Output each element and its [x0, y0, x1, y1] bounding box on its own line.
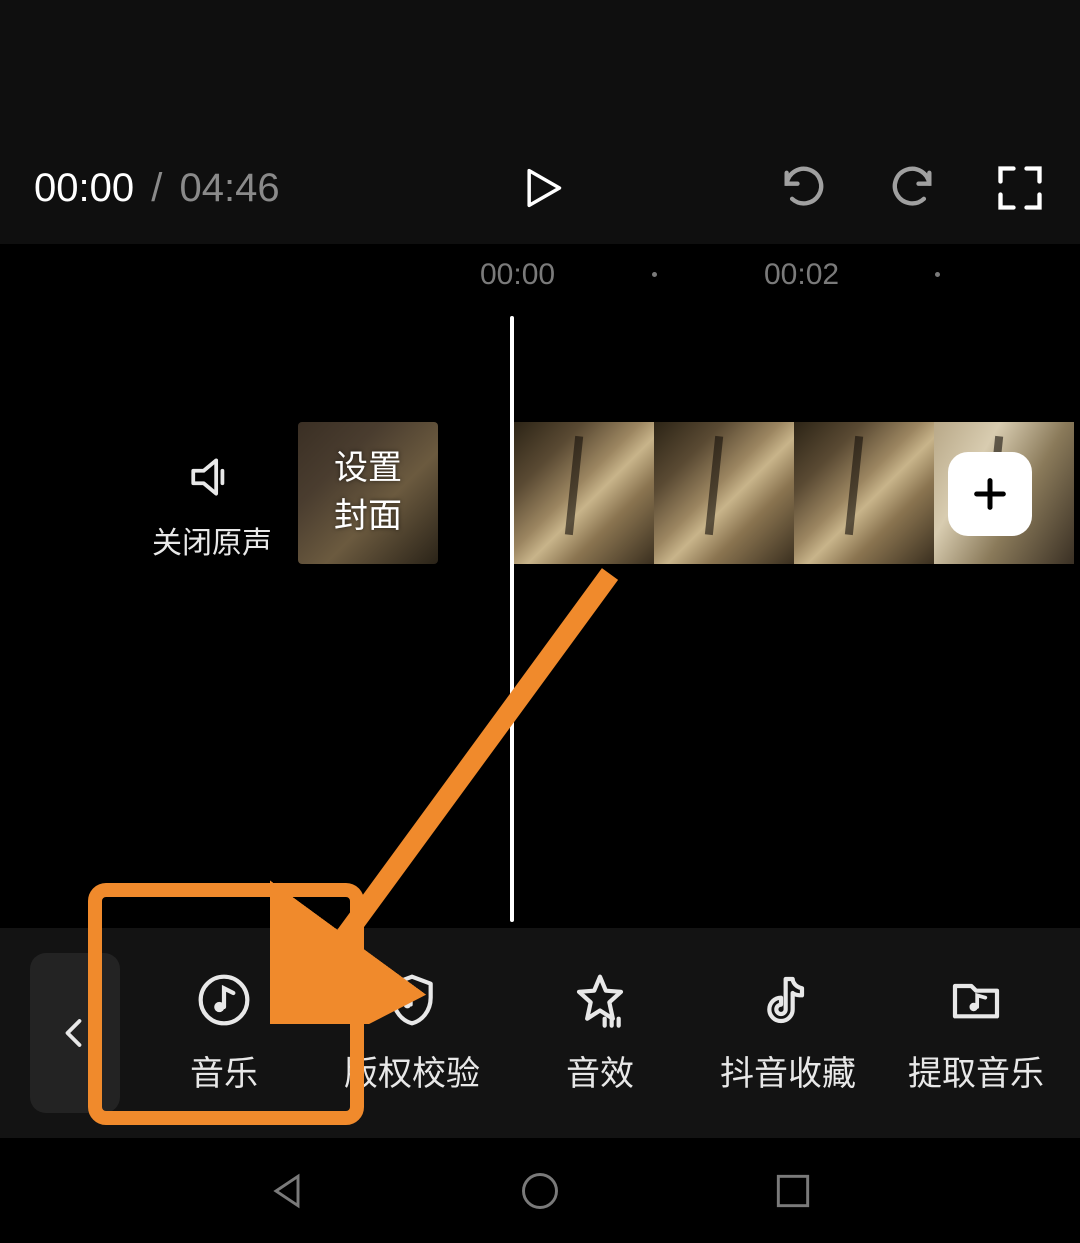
tool-douyin-favorites[interactable]: 抖音收藏: [708, 972, 868, 1095]
folder-music-icon: [948, 972, 1004, 1028]
chevron-left-icon: [57, 1015, 93, 1051]
tool-sound-effects[interactable]: 音效: [520, 972, 680, 1095]
total-time: 04:46: [179, 166, 279, 210]
ruler-tick: 00:02: [764, 258, 839, 292]
play-icon: [514, 162, 566, 214]
music-note-icon: [196, 972, 252, 1028]
plus-icon: [970, 474, 1010, 514]
current-time: 00:00: [34, 166, 134, 210]
nav-recent-button[interactable]: [771, 1169, 815, 1213]
tool-label: 抖音收藏: [720, 1046, 856, 1095]
nav-home-button[interactable]: [518, 1169, 562, 1213]
redo-button[interactable]: [886, 162, 938, 214]
ruler-dot: [935, 272, 940, 277]
clip-frame: [514, 422, 654, 564]
system-nav-bar: [0, 1138, 1080, 1243]
toolbar-back-button[interactable]: [30, 953, 120, 1113]
undo-button[interactable]: [778, 162, 830, 214]
redo-icon: [886, 162, 938, 214]
square-recent-icon: [771, 1169, 815, 1213]
time-separator: /: [151, 166, 162, 210]
fullscreen-icon: [994, 162, 1046, 214]
speaker-icon: [187, 452, 237, 502]
timeline-container: 00:00 00:02 关闭原声 设置 封面: [0, 244, 1080, 928]
shield-music-icon: [384, 972, 440, 1028]
set-cover-button[interactable]: 设置 封面: [298, 422, 438, 564]
circle-home-icon: [518, 1169, 562, 1213]
nav-back-button[interactable]: [265, 1169, 309, 1213]
douyin-icon: [760, 972, 816, 1028]
tool-label: 版权校验: [344, 1046, 480, 1095]
mute-original-audio-button[interactable]: 关闭原声: [152, 452, 272, 562]
time-ruler[interactable]: 00:00 00:02: [0, 244, 1080, 304]
time-display: 00:00 / 04:46: [34, 166, 280, 211]
ruler-dot: [652, 272, 657, 277]
tool-label: 音乐: [190, 1046, 258, 1095]
clip-frame: [794, 422, 934, 564]
fullscreen-button[interactable]: [994, 162, 1046, 214]
ruler-tick: 00:00: [480, 258, 555, 292]
tool-music[interactable]: 音乐: [144, 972, 304, 1095]
mute-label: 关闭原声: [152, 518, 272, 562]
star-bars-icon: [572, 972, 628, 1028]
tool-extract-music[interactable]: 提取音乐: [896, 972, 1056, 1095]
playhead-handle[interactable]: [510, 316, 514, 922]
cover-label: 设置 封面: [334, 445, 402, 540]
clip-frame: [654, 422, 794, 564]
tracks-area: 关闭原声 设置 封面: [0, 304, 1080, 924]
tool-label: 音效: [566, 1046, 634, 1095]
triangle-back-icon: [265, 1169, 309, 1213]
audio-toolbar: 音乐 版权校验 音效 抖音收藏: [0, 928, 1080, 1138]
tool-label: 提取音乐: [908, 1046, 1044, 1095]
play-button[interactable]: [514, 162, 566, 214]
video-preview-area: [0, 0, 1080, 132]
player-control-bar: 00:00 / 04:46: [0, 132, 1080, 244]
tool-copyright-check[interactable]: 版权校验: [332, 972, 492, 1095]
undo-icon: [778, 162, 830, 214]
add-clip-button[interactable]: [948, 452, 1032, 536]
